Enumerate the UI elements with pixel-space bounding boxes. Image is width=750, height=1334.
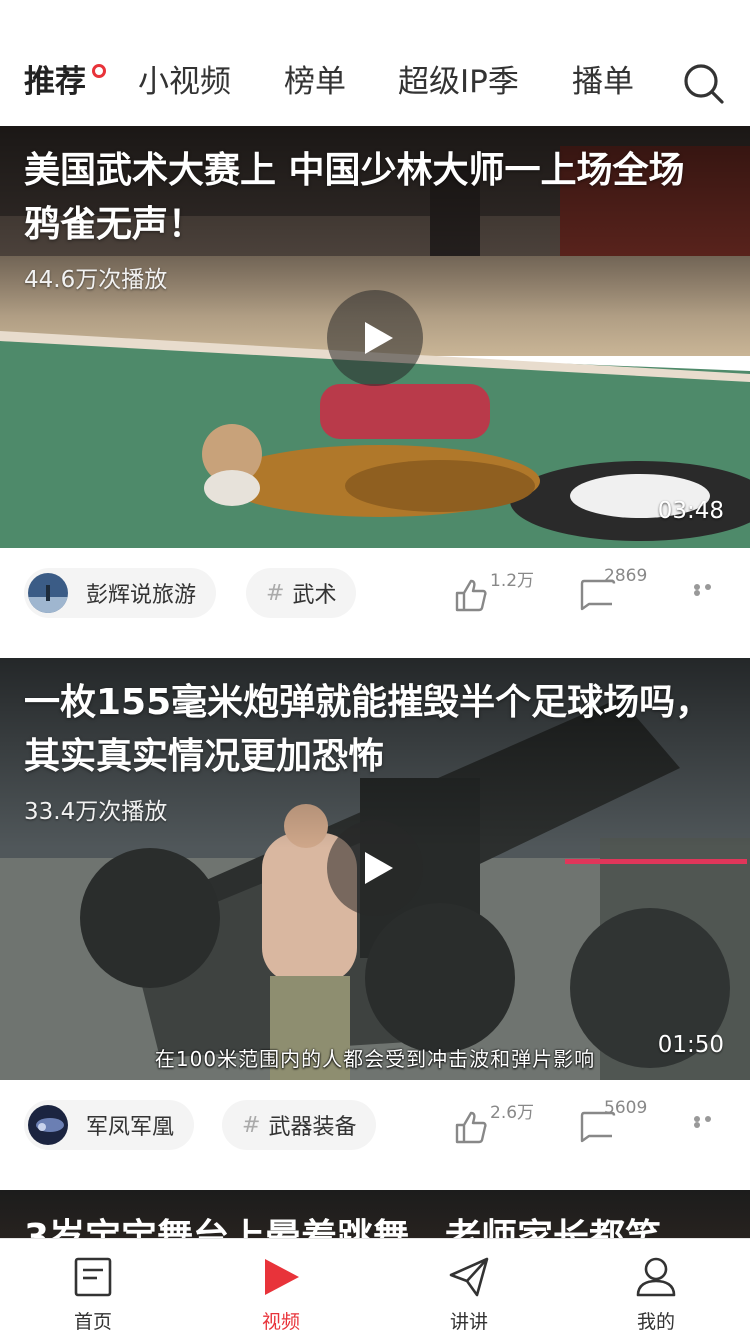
tab-short-video[interactable]: 小视频 [138,62,231,102]
hashtag-icon: # [266,580,285,606]
video-meta-row-2: 军凤军凰 # 武器装备 2.6万 5609 [0,1080,750,1190]
tab-ranking[interactable]: 榜单 [284,62,346,102]
bottom-tab-bar: 首页 视频 讲讲 我的 [0,1238,750,1334]
play-icon [365,852,393,884]
tab-super-ip[interactable]: 超级IP季 [398,62,519,102]
play-count: 33.4万次播放 [24,799,168,825]
paper-plane-icon [449,1257,489,1297]
avatar [28,573,68,613]
like-count: 2.6万 [490,1103,535,1123]
bottom-tab-me[interactable]: 我的 [596,1247,716,1334]
bottom-tab-label: 我的 [636,1311,675,1333]
play-count: 44.6万次播放 [24,267,168,293]
comment-button[interactable]: 2869 [580,566,670,612]
thumbs-up-icon [455,1111,487,1144]
video-title: 美国武术大赛上 中国少林大师一上场全场鸦雀无声！ [24,150,685,245]
user-icon [636,1257,676,1297]
bottom-tab-label: 讲讲 [449,1311,488,1333]
play-icon [365,322,393,354]
video-meta-row-1: 彭辉说旅游 # 武术 1.2万 2869 [0,548,750,658]
comment-button[interactable]: 5609 [580,1098,670,1144]
app-page: 推荐 小视频 榜单 超级IP季 播单 美国武术大赛上 中国少林大师一上场全场鸦雀… [0,0,750,1334]
video-duration: 03:48 [657,498,724,524]
author-name: 军凤军凰 [86,1115,175,1140]
topic-tag-label: 武术 [292,583,337,608]
bottom-tab-label: 首页 [73,1311,112,1333]
topic-tag[interactable]: # 武器装备 [222,1100,377,1150]
play-button[interactable] [327,820,423,916]
tab-recommend[interactable]: 推荐 [24,62,86,102]
more-icon[interactable] [694,584,726,596]
like-count: 1.2万 [490,571,535,591]
bottom-tab-home[interactable]: 首页 [33,1247,153,1334]
top-tab-bar: 推荐 小视频 榜单 超级IP季 播单 [0,0,750,126]
bottom-tab-label: 视频 [261,1311,300,1333]
video-play-icon [265,1259,299,1295]
bottom-tab-video[interactable]: 视频 [221,1247,341,1334]
more-icon[interactable] [694,1116,726,1128]
video-title: 一枚155毫米炮弹就能摧毁半个足球场吗，其实真实情况更加恐怖 [24,682,712,777]
author-chip[interactable]: 军凤军凰 [24,1100,195,1150]
comment-count: 2869 [604,566,648,586]
avatar [28,1105,68,1145]
search-icon[interactable] [682,62,726,106]
hashtag-icon: # [242,1112,261,1138]
author-chip[interactable]: 彭辉说旅游 [24,568,217,618]
like-button[interactable]: 1.2万 [454,568,544,612]
home-news-icon [74,1257,112,1297]
thumbs-up-icon [455,579,487,612]
comment-count: 5609 [604,1098,648,1118]
unread-dot-icon [92,64,106,78]
video-card-2[interactable]: 一枚155毫米炮弹就能摧毁半个足球场吗，其实真实情况更加恐怖 33.4万次播放 … [0,658,750,1080]
topic-tag[interactable]: # 武术 [246,568,357,618]
author-name: 彭辉说旅游 [86,583,197,608]
video-card-1[interactable]: 美国武术大赛上 中国少林大师一上场全场鸦雀无声！ 44.6万次播放 03:48 [0,126,750,548]
like-button[interactable]: 2.6万 [454,1100,544,1144]
tab-playlist[interactable]: 播单 [572,62,634,102]
topic-tag-label: 武器装备 [268,1115,357,1140]
bottom-tab-talk[interactable]: 讲讲 [409,1247,529,1334]
video-caption: 在100米范围内的人都会受到冲击波和弹片影响 [154,1047,596,1071]
play-button[interactable] [327,290,423,386]
